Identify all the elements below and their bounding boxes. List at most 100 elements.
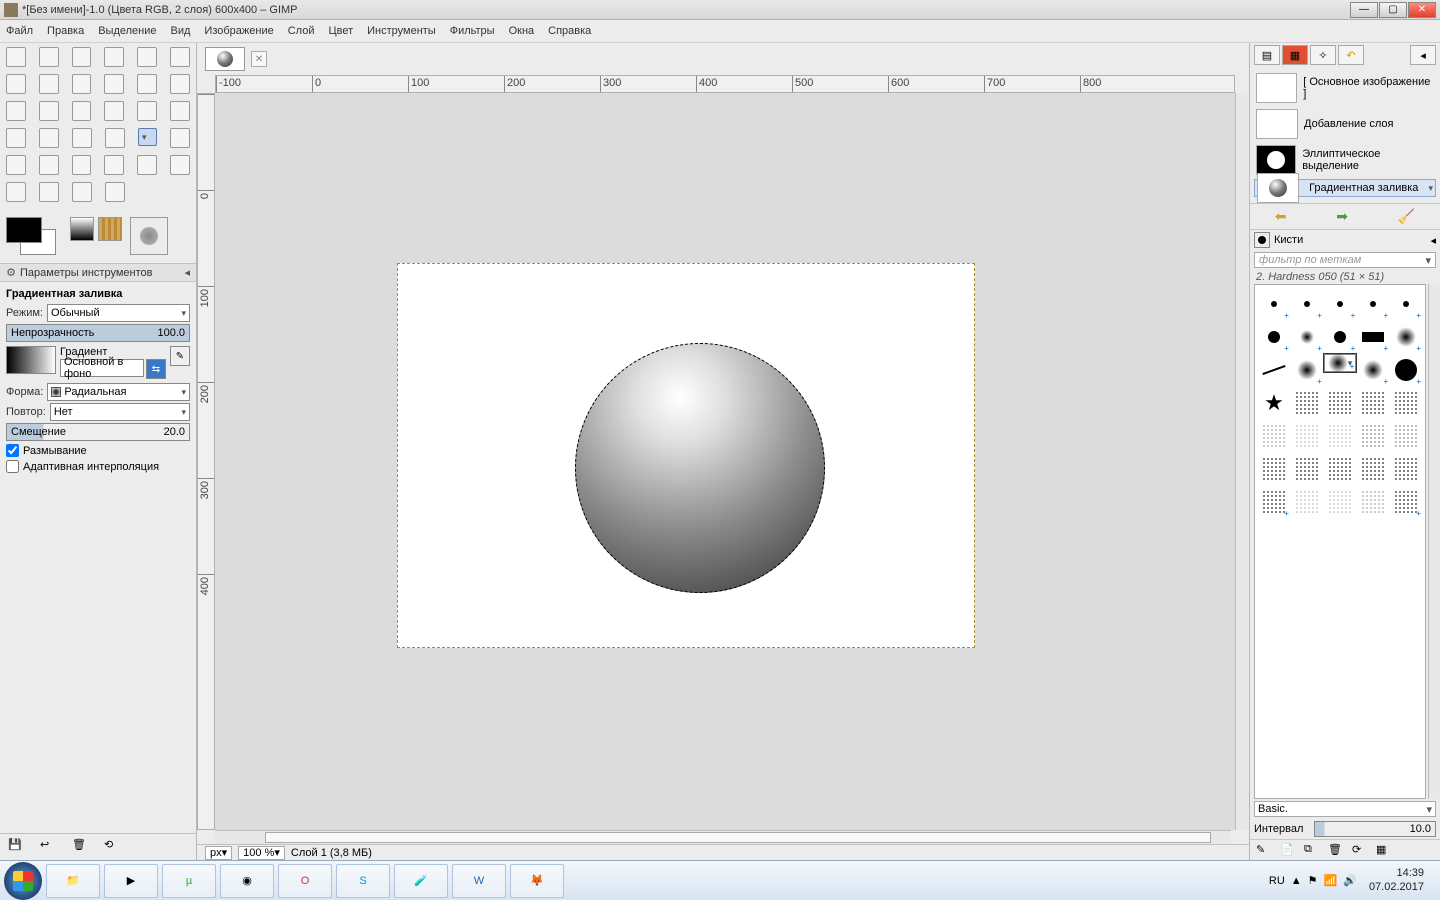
dock-tab-undo-icon[interactable]: ↶ [1338, 45, 1364, 65]
zoom-select[interactable]: 100 % ▾ [238, 846, 285, 860]
scrollbar-horizontal[interactable] [215, 830, 1231, 844]
history-item[interactable]: Добавление слоя [1254, 107, 1436, 141]
panel-config-icon[interactable]: ⚙ [6, 266, 16, 279]
delete-preset-icon[interactable]: 🗑 [72, 838, 90, 856]
taskbar-gimp-icon[interactable]: 🦊 [510, 864, 564, 898]
tool-clone[interactable] [137, 155, 157, 175]
dock-tab-paths-icon[interactable]: ✧ [1310, 45, 1336, 65]
brush-grid[interactable]: + + + + + + + + + + + + + + ★ [1254, 284, 1426, 799]
gradient-reverse-icon[interactable]: ⇆ [146, 359, 166, 379]
image-tab-close-icon[interactable]: ✕ [251, 51, 267, 67]
menu-windows[interactable]: Окна [509, 25, 535, 37]
tool-scale[interactable] [104, 101, 124, 121]
brush-preset-select[interactable]: Basic. [1254, 801, 1436, 817]
tool-gradient[interactable] [138, 128, 157, 146]
tool-perspective[interactable] [170, 101, 190, 121]
tool-zoom[interactable] [104, 74, 124, 94]
fg-bg-colors[interactable] [6, 217, 62, 255]
tool-rect-select[interactable] [6, 47, 26, 67]
redo-icon[interactable]: ➡ [1336, 208, 1348, 225]
tool-color-picker[interactable] [72, 74, 92, 94]
tool-heal[interactable] [170, 155, 190, 175]
tray-clock[interactable]: 14:39 07.02.2017 [1363, 867, 1430, 893]
maximize-button[interactable]: ▢ [1379, 2, 1407, 18]
tool-free-select[interactable] [72, 47, 92, 67]
tool-measure[interactable] [137, 74, 157, 94]
fg-color[interactable] [6, 217, 42, 243]
active-pattern[interactable] [98, 217, 122, 241]
tool-by-color[interactable] [137, 47, 157, 67]
repeat-select[interactable]: Нет [50, 403, 190, 421]
ruler-horizontal[interactable]: -100 0 100 200 300 400 500 600 700 800 [215, 75, 1235, 93]
dither-checkbox[interactable]: Размывание [6, 444, 190, 457]
edit-brush-icon[interactable]: ✎ [1256, 843, 1270, 857]
save-preset-icon[interactable]: 💾 [8, 838, 26, 856]
taskbar-media-icon[interactable]: ▶ [104, 864, 158, 898]
menu-help[interactable]: Справка [548, 25, 591, 37]
dup-brush-icon[interactable]: ⧉ [1304, 843, 1318, 857]
menu-tools[interactable]: Инструменты [367, 25, 436, 37]
opacity-slider[interactable]: Непрозрачность 100.0 [6, 324, 190, 342]
gradient-edit-icon[interactable]: ✎ [170, 346, 190, 366]
brush-scrollbar[interactable] [1428, 284, 1440, 799]
panel-menu-icon[interactable]: ◂ [184, 266, 190, 279]
tool-move[interactable] [170, 74, 190, 94]
tool-dodge[interactable] [105, 182, 125, 202]
canvas-viewport[interactable] [215, 93, 1235, 830]
tool-align[interactable] [6, 101, 26, 121]
tray-network-icon[interactable]: 📶 [1324, 874, 1338, 887]
scrollbar-vertical[interactable] [1235, 93, 1249, 830]
tool-smudge[interactable] [72, 182, 92, 202]
reset-preset-icon[interactable]: ⟲ [104, 838, 122, 856]
tool-eraser[interactable] [39, 155, 59, 175]
taskbar-skype-icon[interactable]: S [336, 864, 390, 898]
tool-paths[interactable] [39, 74, 59, 94]
taskbar-utorrent-icon[interactable]: µ [162, 864, 216, 898]
new-brush-icon[interactable]: 📄 [1280, 843, 1294, 857]
gradient-select[interactable]: Основной в фоно [60, 359, 144, 377]
shape-select[interactable]: Радиальная [47, 383, 190, 401]
clear-history-icon[interactable]: 🧹 [1398, 208, 1415, 225]
menu-view[interactable]: Вид [171, 25, 191, 37]
unit-select[interactable]: px ▾ [205, 846, 232, 860]
menu-edit[interactable]: Правка [47, 25, 84, 37]
brushes-menu-icon[interactable]: ◂ [1430, 234, 1436, 247]
history-item[interactable]: [ Основное изображение ] [1254, 71, 1436, 105]
tray-sound-icon[interactable]: 🔊 [1343, 874, 1357, 887]
menu-select[interactable]: Выделение [98, 25, 156, 37]
brush-interval-slider[interactable]: Интервал 10.0 [1250, 819, 1440, 839]
tool-scissors[interactable] [170, 47, 190, 67]
tool-crop[interactable] [39, 101, 59, 121]
taskbar-chrome-icon[interactable]: ◉ [220, 864, 274, 898]
tool-rotate[interactable] [72, 101, 92, 121]
tool-bucket[interactable] [105, 128, 125, 148]
adaptive-checkbox[interactable]: Адаптивная интерполяция [6, 460, 190, 473]
tool-pencil[interactable] [170, 128, 190, 148]
menu-image[interactable]: Изображение [204, 25, 273, 37]
tool-foreground[interactable] [6, 74, 26, 94]
menu-layer[interactable]: Слой [288, 25, 315, 37]
start-button[interactable] [4, 862, 42, 900]
tray-lang[interactable]: RU [1269, 875, 1285, 887]
history-item[interactable]: Эллиптическое выделение [1254, 143, 1436, 177]
menu-filters[interactable]: Фильтры [450, 25, 495, 37]
dock-tab-layers-icon[interactable]: ▤ [1254, 45, 1280, 65]
ruler-vertical[interactable]: 0 100 200 300 400 [197, 93, 215, 830]
canvas[interactable] [397, 263, 975, 648]
del-brush-icon[interactable]: 🗑 [1328, 843, 1342, 857]
tool-flip[interactable] [6, 128, 26, 148]
restore-preset-icon[interactable]: ↩ [40, 838, 58, 856]
tool-ink[interactable] [104, 155, 124, 175]
tool-cage[interactable] [39, 128, 59, 148]
tray-flag-icon[interactable]: ▲ [1291, 875, 1302, 887]
tool-airbrush[interactable] [72, 155, 92, 175]
open-brush-icon[interactable]: ▦ [1376, 843, 1390, 857]
tool-perspective-clone[interactable] [6, 182, 26, 202]
tool-shear[interactable] [137, 101, 157, 121]
mode-select[interactable]: Обычный [47, 304, 190, 322]
tray-action-icon[interactable]: ⚑ [1308, 874, 1318, 887]
taskbar-explorer-icon[interactable]: 📁 [46, 864, 100, 898]
tool-ellipse-select[interactable] [39, 47, 59, 67]
dock-tab-channels-icon[interactable]: ▦ [1282, 45, 1308, 65]
menu-file[interactable]: Файл [6, 25, 33, 37]
